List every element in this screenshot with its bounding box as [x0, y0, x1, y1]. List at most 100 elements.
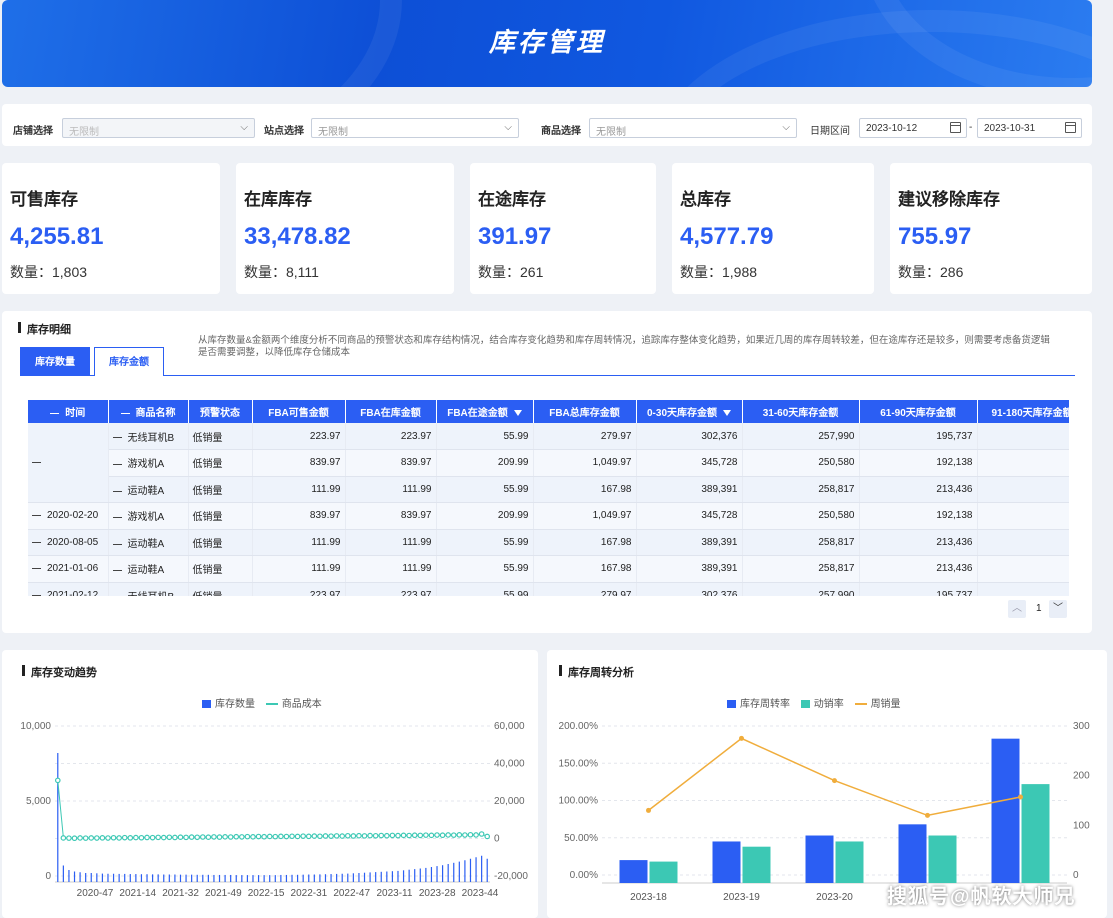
- collapse-icon[interactable]: [112, 540, 122, 549]
- bar: [163, 874, 165, 882]
- table-cell: 839.97: [345, 502, 437, 530]
- collapse-icon[interactable]: [32, 511, 41, 520]
- table-cell: 192,138: [859, 449, 978, 477]
- cell-value: 223.97: [309, 589, 341, 596]
- watermark: 搜狐号@帆软大师兄: [887, 886, 1076, 908]
- table-cell: 55.99: [436, 555, 534, 583]
- x-tick: 2023-44: [462, 888, 499, 899]
- collapse-icon[interactable]: [112, 460, 122, 469]
- table-row[interactable]: 2020-08-05 运动鞋A 低销量 111.99 111.99 55.99 167.98…: [28, 529, 1069, 556]
- data-point: [384, 832, 390, 839]
- bar: [85, 873, 87, 882]
- bar: [386, 871, 388, 882]
- data-point: [250, 834, 256, 840]
- collapse-icon[interactable]: [112, 513, 122, 522]
- column-header[interactable]: 61-90天库存金额: [859, 400, 978, 423]
- data-point: [417, 832, 424, 839]
- tab-inventory-amount[interactable]: 库存金额: [94, 347, 164, 376]
- collapse-icon[interactable]: [32, 564, 41, 573]
- bar: [252, 875, 254, 882]
- tab-inventory-quantity[interactable]: 库存数量: [20, 347, 90, 376]
- table-row[interactable]: 无线耳机B 低销量 223.97 223.97 55.99 279.97 302,376 25…: [28, 423, 1069, 503]
- table-row[interactable]: 2021-01-06 运动鞋A 低销量 111.99 111.99 55.99 167.98…: [28, 555, 1069, 583]
- date-start-input[interactable]: 2023-10-12: [859, 118, 967, 138]
- column-header[interactable]: 91-180天库存金额: [977, 400, 1069, 423]
- page-up-button[interactable]: ︿: [1008, 600, 1026, 618]
- bar: [118, 873, 120, 882]
- table-cell: 低销量: [188, 423, 253, 450]
- cell-value: 279.97: [600, 430, 632, 442]
- data-point: [289, 833, 295, 840]
- cell-value: 55.99: [503, 430, 529, 442]
- site-select[interactable]: 无限制 ⌵: [311, 118, 519, 138]
- turnover-chart: 200.00% 150.00% 100.00% 50.00% 0.00% 300 200 10…: [559, 721, 1091, 903]
- column-header[interactable]: FBA在途金额: [436, 400, 534, 423]
- store-select[interactable]: 无限制 ⌵: [62, 118, 255, 138]
- collapse-icon[interactable]: [112, 487, 122, 496]
- bar: [391, 871, 394, 882]
- collapse-icon[interactable]: [32, 538, 41, 547]
- table-cell: 389,391: [636, 555, 743, 583]
- calendar-icon[interactable]: [950, 122, 961, 133]
- collapse-icon[interactable]: [50, 409, 60, 418]
- table-row[interactable]: 2021-02-12 无线耳机B 低销量 223.97 223.97 55.99 279.9…: [28, 582, 1069, 596]
- section-title: 库存明细: [18, 321, 71, 337]
- collapse-icon[interactable]: [120, 409, 130, 418]
- table-cell: 无线耳机B: [108, 582, 189, 596]
- filter-icon[interactable]: [723, 410, 731, 417]
- cell-value: 839.97: [309, 510, 341, 522]
- table-row[interactable]: 2020-02-20 游戏机A 低销量 839.97 839.97 209.99 1,049…: [28, 502, 1069, 530]
- data-point: [406, 832, 412, 839]
- data-point: [305, 833, 312, 840]
- product-filter-label: 商品选择: [541, 126, 581, 137]
- table-cell: 102: [977, 529, 1069, 556]
- bar: [375, 872, 377, 882]
- column-header[interactable]: 31-60天库存金额: [742, 400, 860, 423]
- page-down-button[interactable]: ﹀: [1049, 600, 1067, 618]
- bar: [441, 865, 444, 882]
- y-right-tick: 0: [494, 834, 500, 845]
- data-point: [1018, 794, 1023, 800]
- filter-icon[interactable]: [513, 410, 522, 417]
- column-header[interactable]: FBA总库存金额: [533, 400, 637, 423]
- cell-value: 839.97: [309, 457, 341, 469]
- kpi-count: 数量：286: [898, 264, 964, 280]
- data-point: [389, 832, 396, 839]
- data-point: [116, 835, 122, 841]
- y-left-tick: 5,000: [26, 796, 51, 807]
- calendar-icon[interactable]: [1065, 122, 1076, 133]
- collapse-icon[interactable]: [112, 566, 122, 575]
- tab-bar: 库存数量 库存金额: [20, 347, 1075, 376]
- table-cell: 839.97: [252, 502, 346, 530]
- date-end-input[interactable]: 2023-10-31: [977, 118, 1082, 138]
- data-point: [473, 832, 479, 838]
- date-separator: -: [969, 122, 973, 133]
- column-header[interactable]: 0-30天库存金额: [636, 400, 743, 423]
- table-row[interactable]: 运动鞋A 低销量 111.99 111.99 55.99 167.98 389,391 258…: [28, 476, 1069, 503]
- kpi-title: 可售库存: [10, 190, 78, 209]
- cell-value: 839.97: [400, 457, 432, 469]
- data-point: [227, 834, 234, 840]
- bar: [402, 870, 405, 882]
- column-header[interactable]: 商品名称: [108, 400, 189, 423]
- product-select[interactable]: 无限制 ⌵: [589, 118, 797, 138]
- cell-value: 55.99: [503, 483, 529, 495]
- data-point: [333, 833, 340, 839]
- x-tick: 2022-15: [248, 888, 285, 899]
- column-header[interactable]: 预警状态: [188, 400, 253, 423]
- collapse-icon[interactable]: [32, 591, 41, 596]
- column-header[interactable]: 时间: [28, 400, 109, 423]
- bar: [464, 860, 466, 882]
- column-header[interactable]: FBA在库金额: [345, 400, 437, 423]
- table-row[interactable]: 游戏机A 低销量 839.97 839.97 209.99 1,049.97 345,728…: [28, 449, 1069, 477]
- collapse-icon[interactable]: [112, 433, 122, 442]
- data-point: [255, 833, 262, 840]
- collapse-icon[interactable]: [32, 458, 41, 467]
- collapse-icon[interactable]: [113, 593, 122, 596]
- column-header[interactable]: FBA可售金额: [252, 400, 346, 423]
- table-cell: 839.97: [252, 449, 346, 477]
- cell-value: 213,436: [936, 563, 973, 575]
- column-header-label: 商品名称: [135, 408, 176, 419]
- weekly-sales-line: [648, 737, 1021, 817]
- cell-value: 2021-01-06: [47, 563, 99, 575]
